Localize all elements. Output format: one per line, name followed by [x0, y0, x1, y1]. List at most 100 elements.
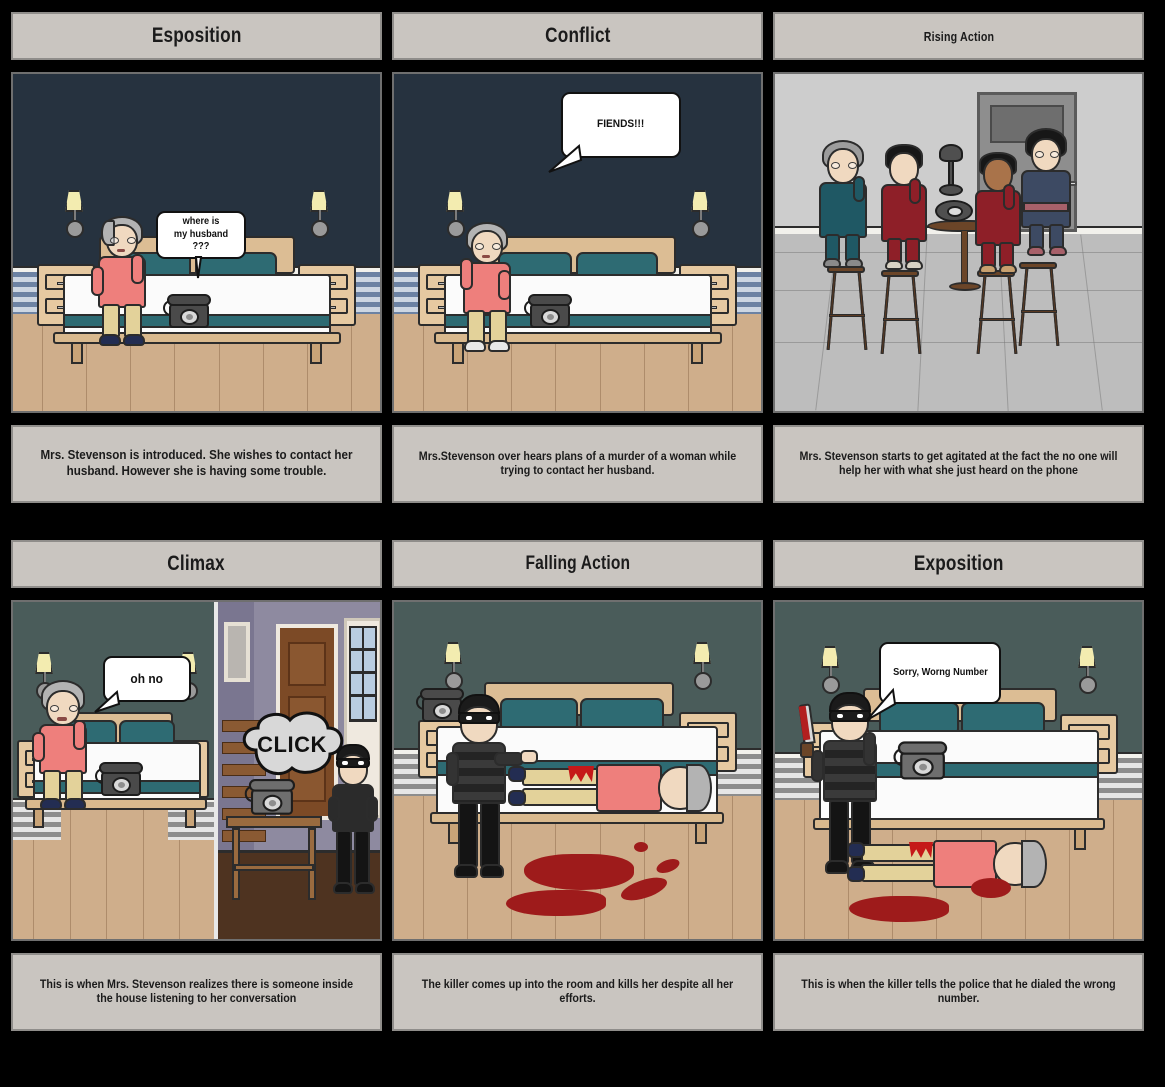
panel-caption-box-4: This is when Mrs. Stevenson realizes the… [11, 953, 382, 1031]
panel-scene-1[interactable]: where is my husband ??? [11, 72, 382, 413]
speech-bubble: oh no [94, 656, 191, 713]
wall-sconce-left [65, 190, 84, 238]
storyboard-cell-4: Climax oh no CLICK This is when Mrs. Ste… [11, 540, 382, 1031]
stool-2 [880, 270, 922, 356]
hair [686, 764, 712, 812]
leg-right [124, 304, 142, 338]
legs-2 [522, 788, 600, 806]
leg-right [489, 310, 507, 344]
rotary-phone [95, 760, 147, 800]
shoe-right [123, 334, 145, 346]
scene-bedroom-navy: where is my husband ??? [13, 74, 380, 411]
speech-bubble: FIENDS!!! [548, 92, 681, 173]
panel-scene-6[interactable]: Sorry, Worng Number [773, 600, 1144, 941]
candlestick-phone [939, 144, 965, 198]
panel-scene-3[interactable] [773, 72, 1144, 413]
panel-scene-2[interactable]: FIENDS!!! [392, 72, 763, 413]
shoe-left [99, 334, 121, 346]
panel-caption-2: Mrs.Stevenson over hears plans of a murd… [418, 450, 737, 477]
scene-switchboard-room [775, 74, 1142, 411]
hand [520, 750, 538, 764]
speech-bubble-text: FIENDS!!! [597, 118, 645, 131]
wall-sconce-right [693, 642, 712, 690]
blood-pool-1 [524, 854, 634, 890]
arm-right [131, 254, 144, 284]
panel-title-4: Climax [167, 552, 226, 575]
scene-bedroom-murder-floor: Sorry, Worng Number [775, 602, 1142, 939]
panel-title-6: Exposition [913, 552, 1004, 575]
blood-pool-head [971, 878, 1011, 898]
panel-caption-1: Mrs. Stevenson is introduced. She wishes… [40, 448, 353, 478]
wall-sconce-left [821, 646, 840, 694]
wall-sconce-left [444, 642, 463, 690]
panel-scene-4[interactable]: oh no CLICK [11, 600, 382, 941]
panel-caption-box-5: The killer comes up into the room and ki… [392, 953, 763, 1031]
character-mrs-stevenson [31, 680, 101, 812]
bed-leg-right [691, 342, 703, 364]
panel-caption-box-1: Mrs. Stevenson is introduced. She wishes… [11, 425, 382, 503]
storyboard-cell-5: Falling Action The killer comes up into … [392, 540, 763, 1031]
leg-left [102, 304, 120, 338]
panel-title-5: Falling Action [525, 553, 630, 574]
panel-title-bar-3[interactable]: Rising Action [773, 12, 1144, 60]
rotary-phone [893, 739, 959, 793]
panel-title-2: Conflict [544, 24, 611, 47]
leg-left [467, 310, 485, 344]
speech-bubble: where is my husband ??? [156, 211, 246, 279]
torso [596, 764, 662, 812]
shoe-right [488, 340, 510, 352]
panel-caption-box-3: Mrs. Stevenson starts to get agitated at… [773, 425, 1144, 503]
panel-scene-5[interactable] [392, 600, 763, 941]
speech-bubble-text: where is my husband ??? [173, 216, 229, 253]
blood-splat-3 [634, 842, 648, 852]
storyboard: Esposition where is my husband ??? Mrs. … [0, 0, 1165, 1087]
rotary-phone [524, 292, 576, 332]
scene-bedroom-murder-bed [394, 602, 761, 939]
storyboard-row-1: Esposition where is my husband ??? Mrs. … [0, 0, 1165, 503]
storyboard-cell-1: Esposition where is my husband ??? Mrs. … [11, 12, 382, 503]
character-operator-1 [817, 140, 879, 272]
wall-sconce-left [35, 652, 54, 700]
panel-caption-5: The killer comes up into the room and ki… [421, 978, 734, 1005]
panel-title-bar-4[interactable]: Climax [11, 540, 382, 588]
glasses-icon [110, 237, 136, 245]
door-window [349, 626, 377, 722]
panel-title-bar-1[interactable]: Esposition [11, 12, 382, 60]
speech-bubble-text: Sorry, Worng Number [892, 666, 988, 678]
panel-caption-box-6: This is when the killer tells the police… [773, 953, 1144, 1031]
wall-picture [224, 622, 250, 682]
knife-handle [800, 742, 814, 758]
panel-caption-3: Mrs. Stevenson starts to get agitated at… [799, 450, 1118, 477]
panel-title-bar-5[interactable]: Falling Action [392, 540, 763, 588]
arm-left [91, 266, 104, 296]
panel-title-bar-2[interactable]: Conflict [392, 12, 763, 60]
panel-title-1: Esposition [151, 24, 242, 47]
character-burglar [446, 694, 538, 886]
panel-split-divider [214, 602, 218, 939]
arm-right [498, 270, 511, 300]
rotary-phone-hall [244, 777, 300, 821]
panel-title-bar-6[interactable]: Exposition [773, 540, 1144, 588]
glasses-icon [50, 705, 78, 713]
scene-bedroom-navy-2: FIENDS!!! [394, 74, 761, 411]
wall-sconce-right [1078, 646, 1097, 694]
side-table-shelf [234, 864, 314, 871]
blood-pool-floor [849, 896, 949, 922]
panel-title-3: Rising Action [923, 28, 994, 44]
thought-bubble-text: CLICK [257, 732, 327, 757]
scene-half-hallway: CLICK [218, 602, 380, 939]
wall-sconce-left [446, 190, 465, 238]
character-operator-2 [879, 144, 941, 276]
character-mrs-stevenson [89, 216, 159, 346]
rotary-phone [163, 292, 215, 332]
wall-sconce-right [691, 190, 710, 238]
bed-leg-left [71, 342, 83, 364]
glasses-icon [475, 243, 501, 251]
arm-left [460, 258, 473, 290]
storyboard-row-2: Climax oh no CLICK This is when Mrs. Ste… [0, 503, 1165, 1031]
speech-bubble: Sorry, Worng Number [866, 642, 1001, 721]
wall-sconce-right [310, 190, 329, 238]
storyboard-cell-2: Conflict FIENDS!!! Mrs.Stevenson over he… [392, 12, 763, 503]
character-victim-body [847, 840, 1061, 890]
storyboard-cell-3: Rising Action Mrs. Stevenson starts to g… [773, 12, 1144, 503]
